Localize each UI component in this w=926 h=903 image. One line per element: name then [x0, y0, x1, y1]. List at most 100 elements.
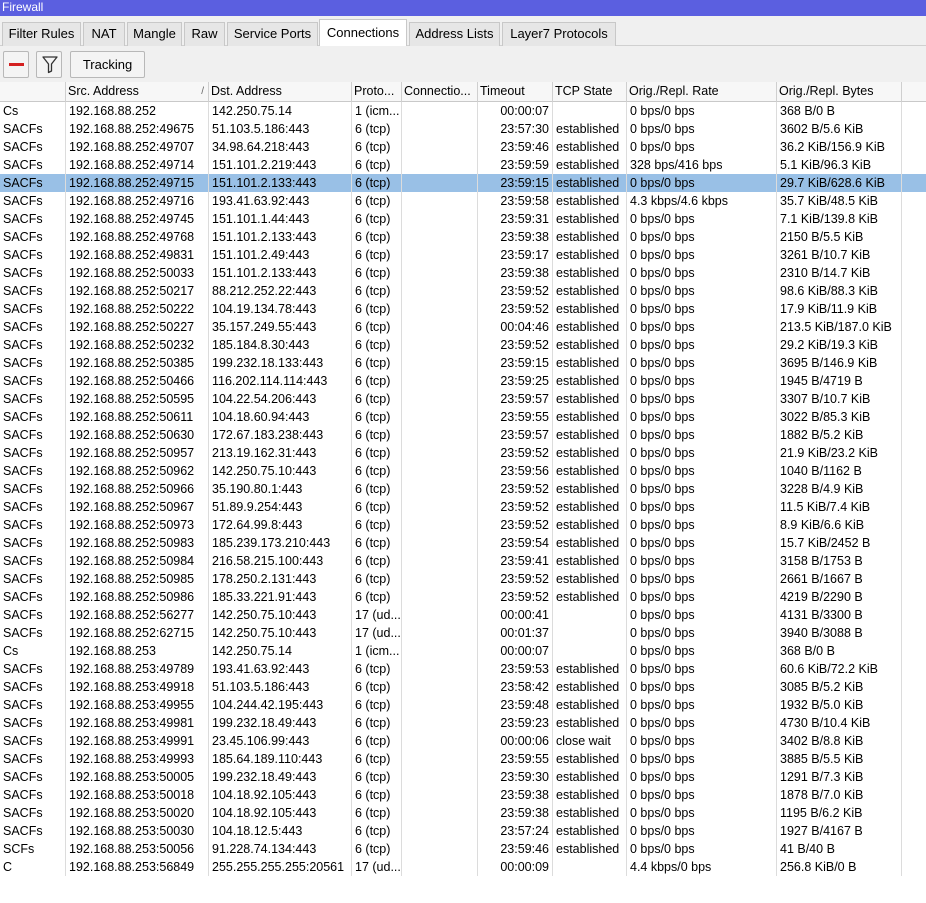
cell-bytes: 3228 B/4.9 KiB — [777, 480, 902, 498]
cell-bytes: 8.9 KiB/6.6 KiB — [777, 516, 902, 534]
tab-layer7-protocols[interactable]: Layer7 Protocols — [502, 22, 616, 46]
table-row[interactable]: SACFs 192.168.88.252:50630 172.67.183.238:… — [0, 426, 926, 444]
cell-dst-address: 193.41.63.92:443 — [209, 192, 352, 210]
table-row[interactable]: SACFs 192.168.88.252:50984 216.58.215.100:… — [0, 552, 926, 570]
table-row[interactable]: SACFs 192.168.88.252:50033 151.101.2.133:4… — [0, 264, 926, 282]
cell-connection-type — [402, 696, 478, 714]
cell-connection-type — [402, 516, 478, 534]
tab-mangle[interactable]: Mangle — [127, 22, 182, 46]
cell-bytes: 2310 B/14.7 KiB — [777, 264, 902, 282]
table-row[interactable]: SACFs 192.168.88.253:49789 193.41.63.92:44… — [0, 660, 926, 678]
table-row[interactable]: SACFs 192.168.88.252:50222 104.19.134.78:4… — [0, 300, 926, 318]
table-row[interactable]: SACFs 192.168.88.252:50967 51.89.9.254:443… — [0, 498, 926, 516]
cell-bytes: 2150 B/5.5 KiB — [777, 228, 902, 246]
cell-tcp-state: established — [553, 840, 627, 858]
cell-connection-type — [402, 858, 478, 876]
cell-timeout: 23:59:38 — [478, 228, 553, 246]
table-row[interactable]: SACFs 192.168.88.252:49707 34.98.64.218:44… — [0, 138, 926, 156]
column-header-bytes[interactable]: Orig./Repl. Bytes — [777, 82, 902, 102]
table-row[interactable]: SACFs 192.168.88.252:62715 142.250.75.10:4… — [0, 624, 926, 642]
column-header-timeout[interactable]: Timeout — [478, 82, 553, 102]
table-row[interactable]: SACFs 192.168.88.252:49831 151.101.2.49:44… — [0, 246, 926, 264]
tab-address-lists[interactable]: Address Lists — [409, 22, 500, 46]
column-header-dst-address[interactable]: Dst. Address — [209, 82, 352, 102]
tab-bar: Filter Rules NAT Mangle Raw Service Port… — [0, 16, 926, 47]
table-row[interactable]: SACFs 192.168.88.252:50962 142.250.75.10:4… — [0, 462, 926, 480]
table-row[interactable]: SACFs 192.168.88.253:50020 104.18.92.105:4… — [0, 804, 926, 822]
table-row[interactable]: SACFs 192.168.88.252:50986 185.33.221.91:4… — [0, 588, 926, 606]
tab-raw[interactable]: Raw — [184, 22, 225, 46]
cell-flags: SACFs — [0, 120, 66, 138]
cell-flags: SACFs — [0, 426, 66, 444]
table-row[interactable]: SACFs 192.168.88.252:50983 185.239.173.210… — [0, 534, 926, 552]
table-row[interactable]: SACFs 192.168.88.253:49981 199.232.18.49:4… — [0, 714, 926, 732]
tracking-button[interactable]: Tracking — [70, 51, 145, 78]
cell-tcp-state: established — [553, 246, 627, 264]
table-row[interactable]: SACFs 192.168.88.253:49991 23.45.106.99:44… — [0, 732, 926, 750]
filter-button[interactable] — [36, 51, 62, 78]
column-header-rate[interactable]: Orig./Repl. Rate — [627, 82, 777, 102]
cell-flags: SACFs — [0, 822, 66, 840]
table-row[interactable]: SACFs 192.168.88.253:50018 104.18.92.105:4… — [0, 786, 926, 804]
remove-button[interactable] — [3, 51, 29, 78]
cell-rate: 0 bps/0 bps — [627, 120, 777, 138]
cell-tcp-state: established — [553, 372, 627, 390]
column-header-filler — [902, 82, 926, 102]
table-row[interactable]: SACFs 192.168.88.252:50966 35.190.80.1:443… — [0, 480, 926, 498]
table-row[interactable]: SACFs 192.168.88.252:50227 35.157.249.55:4… — [0, 318, 926, 336]
cell-src-address: 192.168.88.252:50222 — [66, 300, 209, 318]
table-row[interactable]: SACFs 192.168.88.252:50595 104.22.54.206:4… — [0, 390, 926, 408]
cell-dst-address: 51.89.9.254:443 — [209, 498, 352, 516]
table-row[interactable]: SACFs 192.168.88.252:49715 151.101.2.133:4… — [0, 174, 926, 192]
cell-src-address: 192.168.88.252:49715 — [66, 174, 209, 192]
column-header-tcp-state[interactable]: TCP State — [553, 82, 627, 102]
table-row[interactable]: SACFs 192.168.88.253:50030 104.18.12.5:443… — [0, 822, 926, 840]
table-row[interactable]: SACFs 192.168.88.252:49714 151.101.2.219:4… — [0, 156, 926, 174]
cell-dst-address: 51.103.5.186:443 — [209, 678, 352, 696]
table-row[interactable]: Cs 192.168.88.252 142.250.75.14 1 (icm... 00… — [0, 102, 926, 120]
table-row[interactable]: SACFs 192.168.88.253:49955 104.244.42.195:… — [0, 696, 926, 714]
table-row[interactable]: SACFs 192.168.88.253:49993 185.64.189.110:… — [0, 750, 926, 768]
column-header-flags[interactable] — [0, 82, 66, 102]
cell-tcp-state: established — [553, 336, 627, 354]
cell-dst-address: 199.232.18.49:443 — [209, 768, 352, 786]
cell-protocol: 6 (tcp) — [352, 228, 402, 246]
table-row[interactable]: SACFs 192.168.88.252:49716 193.41.63.92:44… — [0, 192, 926, 210]
column-header-protocol[interactable]: Proto... — [352, 82, 402, 102]
table-row[interactable]: SACFs 192.168.88.253:50005 199.232.18.49:4… — [0, 768, 926, 786]
table-row[interactable]: Cs 192.168.88.253 142.250.75.14 1 (icm... 00… — [0, 642, 926, 660]
cell-connection-type — [402, 660, 478, 678]
tab-connections[interactable]: Connections — [319, 19, 407, 47]
table-row[interactable]: C 192.168.88.253:56849 255.255.255.255:205… — [0, 858, 926, 876]
cell-rate: 0 bps/0 bps — [627, 840, 777, 858]
table-row[interactable]: SACFs 192.168.88.252:49768 151.101.2.133:4… — [0, 228, 926, 246]
table-row[interactable]: SACFs 192.168.88.252:50611 104.18.60.94:44… — [0, 408, 926, 426]
table-row[interactable]: SACFs 192.168.88.252:56277 142.250.75.10:4… — [0, 606, 926, 624]
table-row[interactable]: SACFs 192.168.88.252:50985 178.250.2.131:4… — [0, 570, 926, 588]
cell-src-address: 192.168.88.253:56849 — [66, 858, 209, 876]
table-row[interactable]: SACFs 192.168.88.252:50466 116.202.114.114… — [0, 372, 926, 390]
tracking-button-label: Tracking — [82, 57, 133, 72]
tab-filter-rules[interactable]: Filter Rules — [2, 22, 81, 46]
cell-flags: Cs — [0, 642, 66, 660]
tab-nat[interactable]: NAT — [83, 22, 125, 46]
table-row[interactable]: SACFs 192.168.88.252:50217 88.212.252.22:4… — [0, 282, 926, 300]
table-row[interactable]: SACFs 192.168.88.252:50973 172.64.99.8:443… — [0, 516, 926, 534]
table-row[interactable]: SACFs 192.168.88.253:49918 51.103.5.186:44… — [0, 678, 926, 696]
cell-timeout: 23:59:23 — [478, 714, 553, 732]
column-header-connection-type[interactable]: Connectio... — [402, 82, 478, 102]
table-row[interactable]: SACFs 192.168.88.252:50957 213.19.162.31:4… — [0, 444, 926, 462]
cell-src-address: 192.168.88.253:49993 — [66, 750, 209, 768]
cell-protocol: 6 (tcp) — [352, 732, 402, 750]
table-row[interactable]: SACFs 192.168.88.252:50385 199.232.18.133:… — [0, 354, 926, 372]
cell-bytes: 41 B/40 B — [777, 840, 902, 858]
table-row[interactable]: SACFs 192.168.88.252:49745 151.101.1.44:44… — [0, 210, 926, 228]
table-row[interactable]: SCFs 192.168.88.253:50056 91.228.74.134:44… — [0, 840, 926, 858]
cell-timeout: 23:59:57 — [478, 426, 553, 444]
column-header-src-address[interactable]: Src. Address / — [66, 82, 209, 102]
cell-protocol: 6 (tcp) — [352, 174, 402, 192]
tab-service-ports[interactable]: Service Ports — [227, 22, 318, 46]
table-row[interactable]: SACFs 192.168.88.252:50232 185.184.8.30:44… — [0, 336, 926, 354]
cell-tcp-state: established — [553, 408, 627, 426]
table-row[interactable]: SACFs 192.168.88.252:49675 51.103.5.186:44… — [0, 120, 926, 138]
